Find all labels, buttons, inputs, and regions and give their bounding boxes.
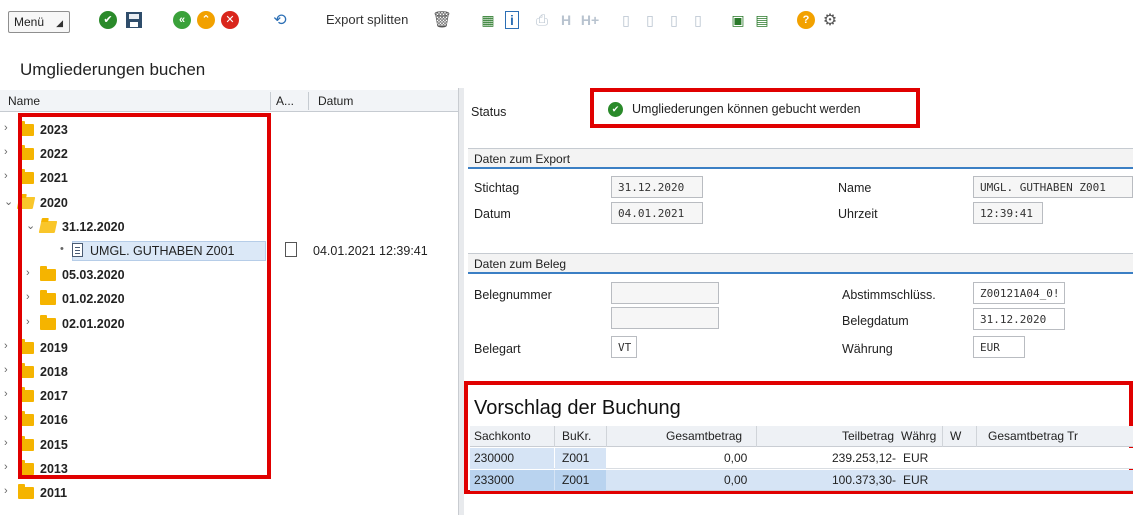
stichtag-field[interactable]: 31.12.2020 xyxy=(611,176,703,198)
tree-item-label: 2011 xyxy=(40,486,68,500)
print-icon[interactable]: ⎙ xyxy=(532,10,552,30)
chevron-right-icon[interactable]: › xyxy=(4,364,8,376)
chevron-right-icon[interactable]: › xyxy=(4,461,8,473)
settings-icon[interactable]: ⚙ xyxy=(820,10,840,30)
chevron-right-icon[interactable]: › xyxy=(4,437,8,449)
menu-label: Menü xyxy=(14,15,45,29)
column-a[interactable]: A... xyxy=(276,94,294,108)
cell-teil: 100.373,30- xyxy=(832,473,897,487)
cancel-icon[interactable]: ✕ xyxy=(220,10,240,30)
col-teil[interactable]: Teilbetrag xyxy=(842,429,894,443)
chevron-right-icon[interactable]: › xyxy=(4,412,8,424)
export-group-title: Daten zum Export xyxy=(468,149,1133,169)
last-page-icon[interactable]: ▯ xyxy=(688,10,708,30)
window-icon[interactable]: ▣ xyxy=(728,10,748,30)
success-icon: ✔ xyxy=(608,102,623,117)
layout-icon[interactable]: ▤ xyxy=(752,10,772,30)
beleg-group: Daten zum Beleg Belegnummer Belegart VT … xyxy=(468,253,1133,371)
col-bukr[interactable]: BuKr. xyxy=(562,429,591,443)
col-gesamt[interactable]: Gesamtbetrag xyxy=(666,429,742,443)
abstimm-field[interactable]: Z00121A04_0! xyxy=(973,282,1065,304)
cell-sachkonto: 230000 xyxy=(474,451,515,465)
col-waehrg[interactable]: Währg xyxy=(901,429,936,443)
cell-gesamt: 0,00 xyxy=(724,451,748,465)
abstimm-label: Abstimmschlüss. xyxy=(842,288,936,302)
waehrung-label: Währung xyxy=(842,342,893,356)
cell-bukr: Z001 xyxy=(562,451,590,465)
find-icon[interactable]: H xyxy=(556,10,576,30)
uhrzeit-label: Uhrzeit xyxy=(838,207,878,221)
belegdatum-field[interactable]: 31.12.2020 xyxy=(973,308,1065,330)
export-group: Daten zum Export Stichtag 31.12.2020 Dat… xyxy=(468,148,1133,233)
belegnummer-label: Belegnummer xyxy=(474,288,552,302)
menu-button[interactable]: Menü ◢ xyxy=(8,11,70,33)
tree-item-folder[interactable]: › 2011 xyxy=(0,481,458,505)
column-name[interactable]: Name xyxy=(8,94,40,108)
info-icon[interactable]: i xyxy=(502,10,522,30)
stichtag-label: Stichtag xyxy=(474,181,520,195)
chevron-right-icon[interactable]: › xyxy=(4,170,8,182)
datum-field[interactable]: 04.01.2021 xyxy=(611,202,703,224)
beleg-group-title: Daten zum Beleg xyxy=(468,254,1133,274)
up-icon[interactable]: ⌃ xyxy=(196,10,216,30)
name-field[interactable]: UMGL. GUTHABEN Z001 xyxy=(973,176,1133,198)
table-row[interactable]: 233000 Z001 0,00 100.373,30- EUR xyxy=(470,470,1133,491)
prev-page-icon[interactable]: ▯ xyxy=(640,10,660,30)
cell-teil: 239.253,12- xyxy=(832,451,897,465)
chevron-down-icon[interactable]: ⌄ xyxy=(4,195,13,208)
chevron-right-icon[interactable]: › xyxy=(4,485,8,497)
uhrzeit-field[interactable]: 12:39:41 xyxy=(973,202,1043,224)
cell-waehrg: EUR xyxy=(903,451,929,465)
chevron-right-icon[interactable]: › xyxy=(4,388,8,400)
proposal-title: Vorschlag der Buchung xyxy=(474,397,681,419)
name-label: Name xyxy=(838,181,872,195)
waehrung-field[interactable]: EUR xyxy=(973,336,1025,358)
export-split-button[interactable]: Export splitten xyxy=(326,12,408,27)
col-sachkonto[interactable]: Sachkonto xyxy=(474,429,531,443)
table-header: Sachkonto BuKr. Gesamtbetrag Teilbetrag … xyxy=(470,426,1133,447)
save-icon[interactable] xyxy=(124,10,144,30)
page-title: Umgliederungen buchen xyxy=(20,60,206,79)
belegart-label: Belegart xyxy=(474,342,521,356)
refresh-icon[interactable]: ⟲ xyxy=(270,10,290,30)
tree-highlight-box xyxy=(18,113,271,479)
chevron-right-icon[interactable]: › xyxy=(4,146,8,158)
find-next-icon[interactable]: H+ xyxy=(580,10,600,30)
help-icon[interactable]: ? xyxy=(796,10,816,30)
belegart-field[interactable]: VT xyxy=(611,336,637,358)
status-box: ✔ Umgliederungen können gebucht werden xyxy=(590,88,920,128)
tree-header: Name A... Datum xyxy=(0,90,458,112)
menu-caret-icon: ◢ xyxy=(56,18,63,28)
first-page-icon[interactable]: ▯ xyxy=(616,10,636,30)
tree-item-date: 04.01.2021 12:39:41 xyxy=(313,244,428,258)
status-label: Status xyxy=(471,105,507,119)
next-page-icon[interactable]: ▯ xyxy=(664,10,684,30)
datum-label: Datum xyxy=(474,207,511,221)
status-text: Umgliederungen können gebucht werden xyxy=(632,102,861,116)
back-icon[interactable]: « xyxy=(172,10,192,30)
folder-icon xyxy=(18,484,34,499)
chevron-right-icon[interactable]: › xyxy=(4,340,8,352)
column-datum[interactable]: Datum xyxy=(318,94,353,108)
belegdatum-label: Belegdatum xyxy=(842,314,909,328)
belegnummer-field[interactable] xyxy=(611,282,719,304)
delete-icon[interactable]: 🗑︎ xyxy=(432,10,452,30)
chevron-right-icon[interactable]: › xyxy=(4,122,8,134)
cell-bukr: Z001 xyxy=(562,473,590,487)
attachment-icon[interactable] xyxy=(285,242,297,257)
col-gesamt2[interactable]: Gesamtbetrag Tr xyxy=(988,429,1078,443)
table-row[interactable]: 230000 Z001 0,00 239.253,12- EUR xyxy=(470,448,1133,469)
col-w[interactable]: W xyxy=(950,429,961,443)
table-icon[interactable]: ▦ xyxy=(478,10,498,30)
cell-waehrg: EUR xyxy=(903,473,929,487)
belegnummer-field-2[interactable] xyxy=(611,307,719,329)
cell-gesamt: 0,00 xyxy=(724,473,748,487)
toolbar: Menü ◢ ✔ « ⌃ ✕ ⟲ Export splitten 🗑︎ ▦ i … xyxy=(0,0,1133,40)
cell-sachkonto: 233000 xyxy=(474,473,515,487)
check-icon[interactable]: ✔ xyxy=(98,10,118,30)
